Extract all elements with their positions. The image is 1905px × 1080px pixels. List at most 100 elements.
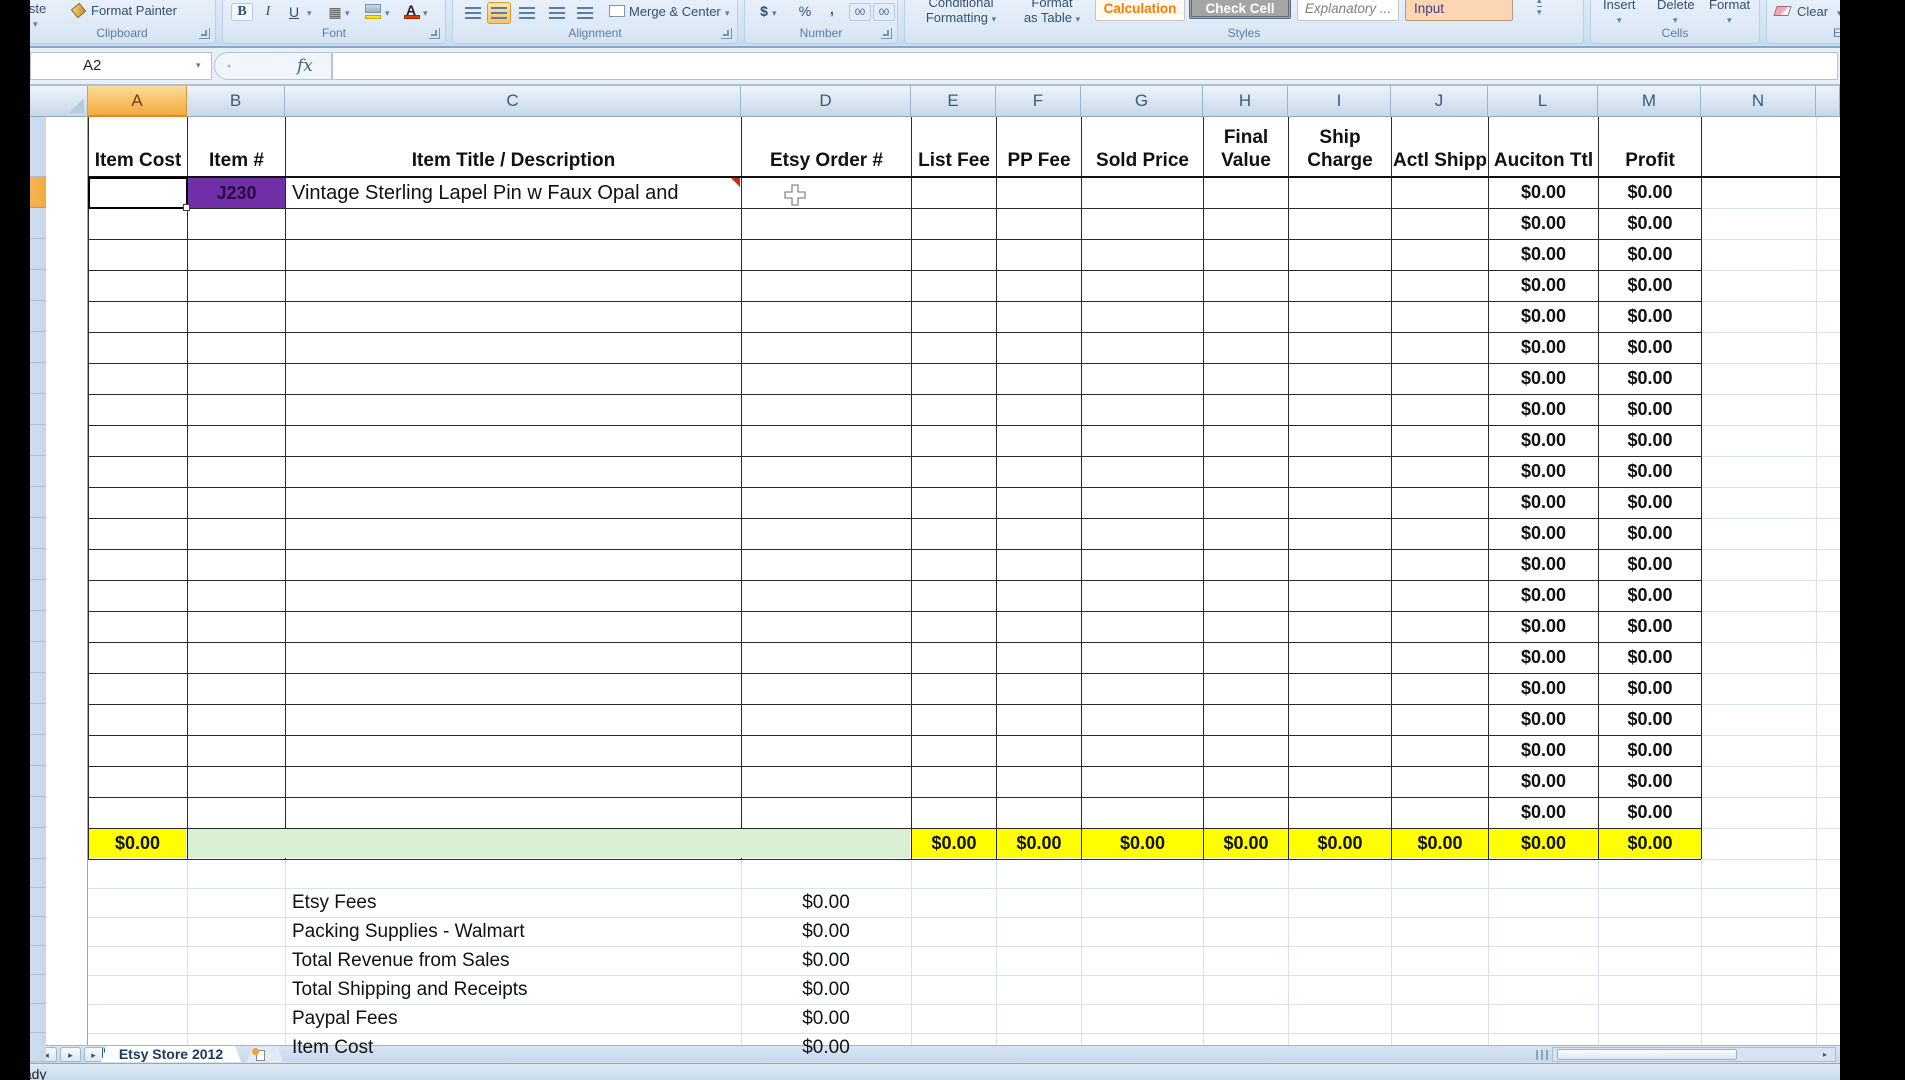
column-title-cell[interactable]: PP Fee: [997, 118, 1081, 176]
column-header-F[interactable]: F: [996, 86, 1081, 117]
cell-M15[interactable]: $0.00: [1599, 580, 1701, 611]
cell-L5[interactable]: $0.00: [1489, 270, 1598, 301]
scroll-right-icon[interactable]: ▸: [1817, 1049, 1833, 1060]
cell-L2[interactable]: $0.00: [1489, 177, 1598, 208]
cell-L3[interactable]: $0.00: [1489, 208, 1598, 239]
fill-handle[interactable]: [183, 204, 190, 211]
summary-value-row25[interactable]: $0.00: [741, 888, 911, 917]
cell-M21[interactable]: $0.00: [1599, 766, 1701, 797]
cell-M19[interactable]: $0.00: [1599, 704, 1701, 735]
cell-M22[interactable]: $0.00: [1599, 797, 1701, 828]
cell-L7[interactable]: $0.00: [1489, 332, 1598, 363]
column-title-cell[interactable]: Etsy Order #: [742, 118, 911, 176]
cell-total-M23[interactable]: $0.00: [1599, 829, 1701, 858]
column-header-H[interactable]: H: [1203, 86, 1288, 117]
column-header-J[interactable]: J: [1391, 86, 1488, 117]
cell-L10[interactable]: $0.00: [1489, 425, 1598, 456]
column-header-D[interactable]: D: [741, 86, 911, 117]
cell-L22[interactable]: $0.00: [1489, 797, 1598, 828]
cell-M3[interactable]: $0.00: [1599, 208, 1701, 239]
cell-L12[interactable]: $0.00: [1489, 487, 1598, 518]
cell-B2-item-number[interactable]: J230: [188, 178, 285, 208]
cell-M2[interactable]: $0.00: [1599, 177, 1701, 208]
cell-M7[interactable]: $0.00: [1599, 332, 1701, 363]
cell-L6[interactable]: $0.00: [1489, 301, 1598, 332]
column-header-I[interactable]: I: [1288, 86, 1391, 117]
summary-label-row25[interactable]: Etsy Fees: [292, 888, 732, 917]
cell-total-F23[interactable]: $0.00: [997, 829, 1081, 858]
cell-A23-total-item-cost[interactable]: $0.00: [89, 829, 186, 858]
cell-L19[interactable]: $0.00: [1489, 704, 1598, 735]
column-title-cell[interactable]: Profit: [1599, 118, 1701, 176]
cell-C2-description[interactable]: Vintage Sterling Lapel Pin w Faux Opal a…: [292, 179, 738, 208]
summary-value-row28[interactable]: $0.00: [741, 975, 911, 1004]
cell-M10[interactable]: $0.00: [1599, 425, 1701, 456]
cell-L20[interactable]: $0.00: [1489, 735, 1598, 766]
summary-label-row29[interactable]: Paypal Fees: [292, 1004, 732, 1033]
column-title-cell[interactable]: Final Value: [1204, 118, 1288, 176]
column-header-A[interactable]: A: [88, 86, 187, 117]
column-header-C[interactable]: C: [285, 86, 741, 117]
cell-M17[interactable]: $0.00: [1599, 642, 1701, 673]
cell-M20[interactable]: $0.00: [1599, 735, 1701, 766]
column-header-B[interactable]: B: [187, 86, 285, 117]
cell-M16[interactable]: $0.00: [1599, 611, 1701, 642]
cell-L9[interactable]: $0.00: [1489, 394, 1598, 425]
summary-label-row30[interactable]: Item Cost: [292, 1033, 732, 1062]
summary-value-row27[interactable]: $0.00: [741, 946, 911, 975]
cell-L15[interactable]: $0.00: [1489, 580, 1598, 611]
cell-M5[interactable]: $0.00: [1599, 270, 1701, 301]
horizontal-scrollbar-thumb[interactable]: [1557, 1049, 1737, 1060]
cell-L8[interactable]: $0.00: [1489, 363, 1598, 394]
cell-L18[interactable]: $0.00: [1489, 673, 1598, 704]
summary-label-row27[interactable]: Total Revenue from Sales: [292, 946, 732, 975]
column-header-M[interactable]: M: [1598, 86, 1701, 117]
cell-L11[interactable]: $0.00: [1489, 456, 1598, 487]
cell-L4[interactable]: $0.00: [1489, 239, 1598, 270]
tab-split-grip[interactable]: [1536, 1050, 1550, 1060]
summary-value-row26[interactable]: $0.00: [741, 917, 911, 946]
cell-total-I23[interactable]: $0.00: [1289, 829, 1391, 858]
column-header-partial[interactable]: [1816, 86, 1840, 117]
summary-value-row29[interactable]: $0.00: [741, 1004, 911, 1033]
cell-L16[interactable]: $0.00: [1489, 611, 1598, 642]
column-header-G[interactable]: G: [1081, 86, 1203, 117]
cell-total-G23[interactable]: $0.00: [1082, 829, 1203, 858]
cell-M8[interactable]: $0.00: [1599, 363, 1701, 394]
cell-total-L23[interactable]: $0.00: [1489, 829, 1598, 858]
cell-M11[interactable]: $0.00: [1599, 456, 1701, 487]
totals-green-region[interactable]: [188, 829, 910, 858]
cell-M14[interactable]: $0.00: [1599, 549, 1701, 580]
cell-M9[interactable]: $0.00: [1599, 394, 1701, 425]
column-title-cell[interactable]: List Fee: [912, 118, 996, 176]
column-header-N[interactable]: N: [1701, 86, 1816, 117]
cell-total-E23[interactable]: $0.00: [912, 829, 996, 858]
column-title-cell[interactable]: Ship Charge: [1289, 118, 1391, 176]
column-header-L[interactable]: L: [1488, 86, 1598, 117]
gridline: [1701, 673, 1840, 674]
cell-L17[interactable]: $0.00: [1489, 642, 1598, 673]
column-title-cell[interactable]: Item #: [188, 118, 285, 176]
cell-M18[interactable]: $0.00: [1599, 673, 1701, 704]
active-cell-A2[interactable]: [88, 177, 188, 209]
cell-M6[interactable]: $0.00: [1599, 301, 1701, 332]
cell-total-J23[interactable]: $0.00: [1392, 829, 1488, 858]
cell-M13[interactable]: $0.00: [1599, 518, 1701, 549]
next-sheet-button[interactable]: ▸: [60, 1047, 81, 1062]
column-title-cell[interactable]: Actl Shipp: [1392, 118, 1488, 176]
cell-total-H23[interactable]: $0.00: [1204, 829, 1288, 858]
cell-L21[interactable]: $0.00: [1489, 766, 1598, 797]
cell-L14[interactable]: $0.00: [1489, 549, 1598, 580]
cell-M12[interactable]: $0.00: [1599, 487, 1701, 518]
summary-value-row30[interactable]: $0.00: [741, 1033, 911, 1062]
column-title-cell[interactable]: Item Title / Description: [286, 118, 741, 176]
column-title-cell[interactable]: Item Cost: [89, 118, 187, 176]
column-header-E[interactable]: E: [911, 86, 996, 117]
cell-L13[interactable]: $0.00: [1489, 518, 1598, 549]
column-title-cell[interactable]: Auciton Ttl: [1489, 118, 1598, 176]
summary-label-row26[interactable]: Packing Supplies - Walmart: [292, 917, 732, 946]
horizontal-scrollbar[interactable]: ▸: [1552, 1047, 1836, 1062]
summary-label-row28[interactable]: Total Shipping and Receipts: [292, 975, 732, 1004]
cell-M4[interactable]: $0.00: [1599, 239, 1701, 270]
column-title-cell[interactable]: Sold Price: [1082, 118, 1203, 176]
